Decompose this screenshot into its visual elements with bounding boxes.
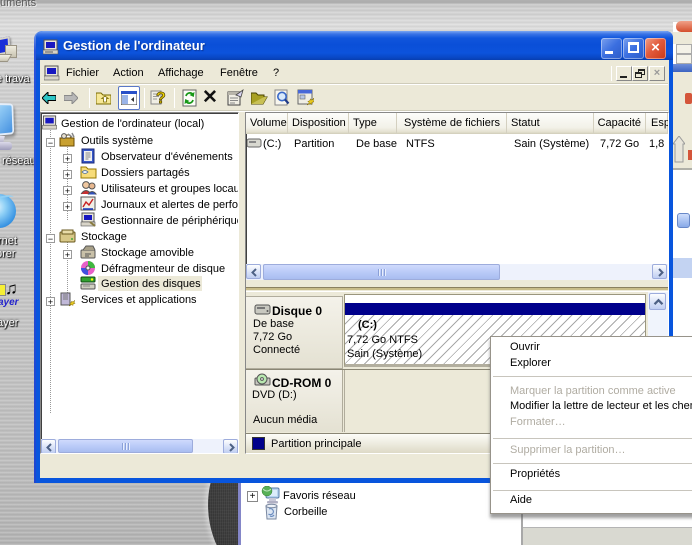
svg-text:?: ? bbox=[156, 90, 166, 107]
